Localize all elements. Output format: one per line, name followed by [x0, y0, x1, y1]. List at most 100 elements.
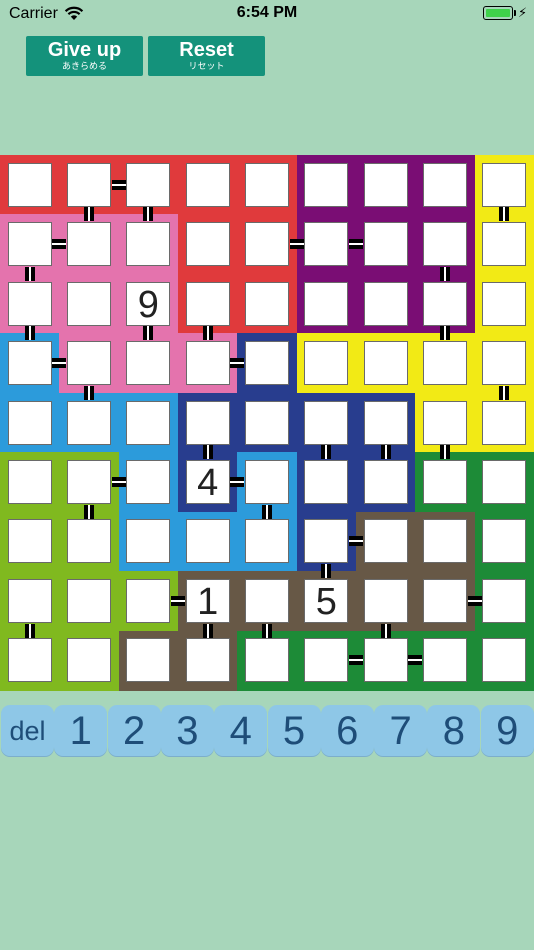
board-cell[interactable]: [126, 578, 171, 623]
board-cell[interactable]: [67, 638, 111, 683]
board-cell[interactable]: [7, 459, 52, 504]
number-key-8[interactable]: 8: [427, 705, 481, 757]
board-cell[interactable]: [363, 222, 408, 267]
board-cell[interactable]: [245, 222, 289, 267]
board-cell[interactable]: [423, 162, 467, 207]
board-cell[interactable]: [126, 222, 171, 267]
board-cell[interactable]: [304, 341, 349, 386]
board-cell[interactable]: [423, 400, 467, 445]
board-cell[interactable]: [304, 281, 349, 326]
board-cell[interactable]: [185, 519, 230, 564]
board-cell[interactable]: [363, 638, 408, 683]
board-cell[interactable]: [304, 162, 349, 207]
number-key-7[interactable]: 7: [374, 705, 428, 757]
board-cell[interactable]: [304, 519, 349, 564]
board-cell[interactable]: 9: [126, 281, 171, 326]
connector-horizontal: [52, 358, 67, 369]
board-cell[interactable]: [423, 519, 467, 564]
board-cell[interactable]: [363, 162, 408, 207]
reset-button[interactable]: Reset リセット: [148, 36, 265, 76]
board-cell[interactable]: [67, 459, 111, 504]
board-cell[interactable]: [185, 638, 230, 683]
connector-vertical: [262, 623, 272, 638]
board-cell[interactable]: [423, 222, 467, 267]
board-cell[interactable]: [304, 222, 349, 267]
board-cell[interactable]: [423, 281, 467, 326]
board-cell[interactable]: [482, 162, 527, 207]
number-key-5[interactable]: 5: [267, 705, 321, 757]
board-cell[interactable]: [7, 519, 52, 564]
board-cell[interactable]: [482, 400, 527, 445]
board-cell[interactable]: [67, 341, 111, 386]
board-cell[interactable]: [185, 341, 230, 386]
board-cell[interactable]: [245, 281, 289, 326]
board-cell[interactable]: [126, 519, 171, 564]
board-cell[interactable]: [185, 281, 230, 326]
board-cell[interactable]: [67, 222, 111, 267]
board-cell[interactable]: [423, 578, 467, 623]
delete-key[interactable]: del: [1, 705, 54, 757]
number-key-6[interactable]: 6: [320, 705, 374, 757]
board-cell[interactable]: [126, 638, 171, 683]
board-cell[interactable]: [7, 162, 52, 207]
board-cell[interactable]: [482, 578, 527, 623]
board-cell[interactable]: [363, 578, 408, 623]
board-cell[interactable]: [7, 638, 52, 683]
board-cell[interactable]: [67, 519, 111, 564]
board-cell[interactable]: [7, 281, 52, 326]
board-cell[interactable]: [363, 341, 408, 386]
board-cell[interactable]: [423, 459, 467, 504]
board-cell[interactable]: 1: [185, 578, 230, 623]
board-cell[interactable]: [67, 281, 111, 326]
board-cell[interactable]: [423, 638, 467, 683]
status-bar: Carrier 6:54 PM ⚡: [0, 0, 534, 28]
board-cell[interactable]: [245, 341, 289, 386]
board-cell[interactable]: [7, 400, 52, 445]
board-cell[interactable]: [423, 341, 467, 386]
board-cell[interactable]: [245, 459, 289, 504]
board-cell[interactable]: [126, 459, 171, 504]
board-cell[interactable]: [185, 162, 230, 207]
board-cell[interactable]: [482, 638, 527, 683]
board-cell[interactable]: [185, 222, 230, 267]
number-key-2[interactable]: 2: [107, 705, 161, 757]
board-cell[interactable]: 4: [185, 459, 230, 504]
number-key-1[interactable]: 1: [54, 705, 108, 757]
board-cell[interactable]: [126, 162, 171, 207]
board-cell[interactable]: [126, 400, 171, 445]
board-cell[interactable]: [363, 519, 408, 564]
board-cell[interactable]: [126, 341, 171, 386]
board-cell[interactable]: [245, 578, 289, 623]
board-cell[interactable]: [185, 400, 230, 445]
connector-horizontal: [349, 536, 363, 547]
board-cell[interactable]: [7, 222, 52, 267]
board-cell[interactable]: [482, 341, 527, 386]
give-up-button[interactable]: Give up あきらめる: [26, 36, 143, 76]
board-cell[interactable]: 5: [304, 578, 349, 623]
board-cell[interactable]: [363, 400, 408, 445]
number-key-3[interactable]: 3: [160, 705, 214, 757]
board-cell[interactable]: [304, 638, 349, 683]
number-key-4[interactable]: 4: [214, 705, 268, 757]
number-key-9[interactable]: 9: [480, 705, 534, 757]
connector-vertical: [321, 445, 332, 460]
board-cell[interactable]: [245, 638, 289, 683]
board-cell[interactable]: [245, 162, 289, 207]
board-cell[interactable]: [67, 578, 111, 623]
board-cell[interactable]: [363, 459, 408, 504]
board-cell[interactable]: [7, 578, 52, 623]
board-cell[interactable]: [482, 281, 527, 326]
board-cell[interactable]: [304, 459, 349, 504]
board-cell[interactable]: [304, 400, 349, 445]
connector-vertical: [84, 504, 94, 519]
board-cell[interactable]: [482, 222, 527, 267]
board-cell[interactable]: [245, 519, 289, 564]
board-cell[interactable]: [67, 400, 111, 445]
board-cell[interactable]: [245, 400, 289, 445]
board-cell[interactable]: [363, 281, 408, 326]
board-cell[interactable]: [482, 459, 527, 504]
board-cell[interactable]: [67, 162, 111, 207]
board-cell[interactable]: [7, 341, 52, 386]
give-up-label: Give up: [47, 39, 122, 61]
board-cell[interactable]: [482, 519, 527, 564]
